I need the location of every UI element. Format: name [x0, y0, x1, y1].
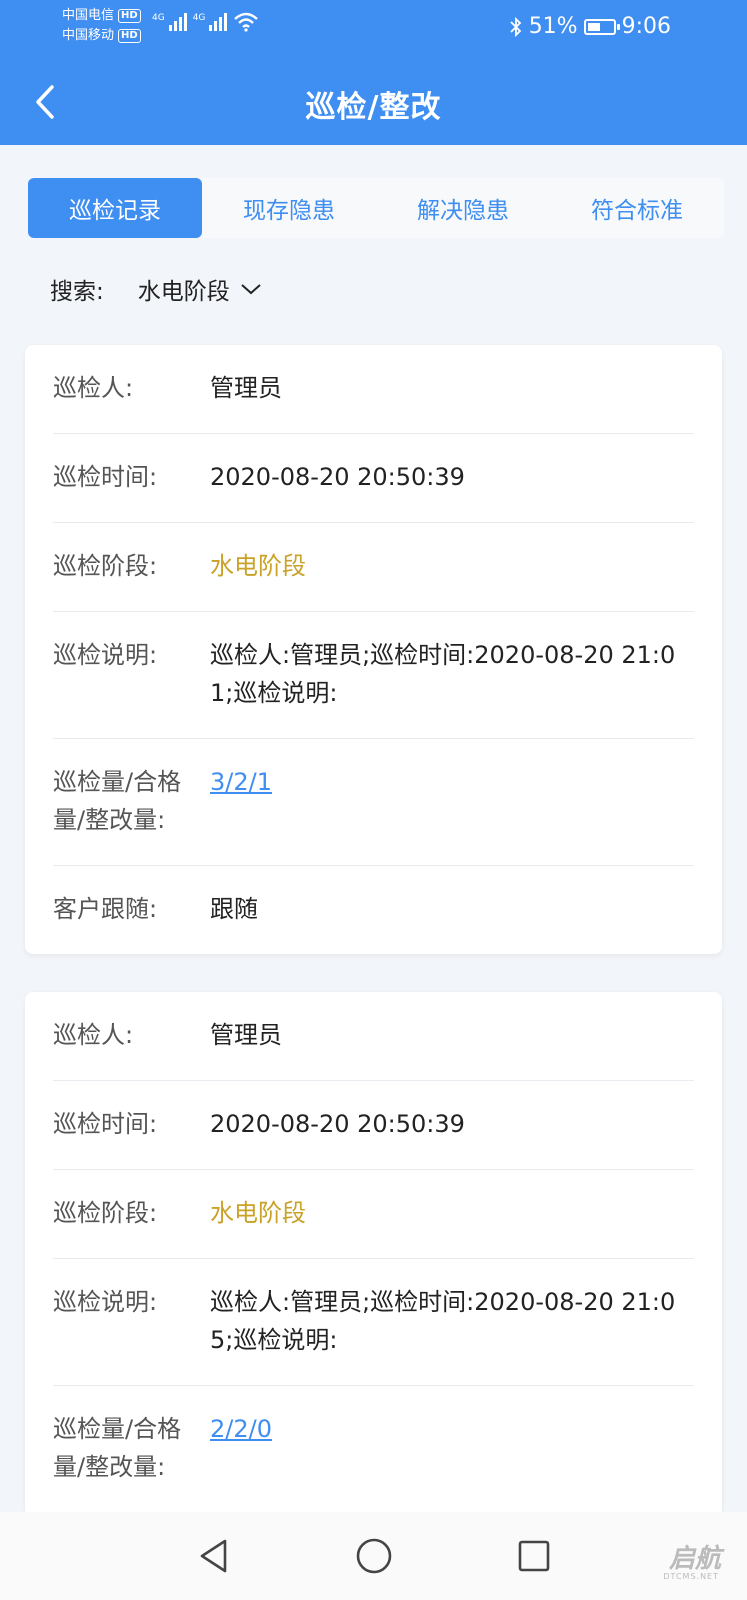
signal-icon: 4G — [193, 13, 228, 31]
time-row: 巡检时间: 2020-08-20 20:50:39 — [53, 1081, 694, 1170]
inspector-row: 巡检人: 管理员 — [53, 345, 694, 434]
counts-row: 巡检量/合格量/整改量: 3/2/1 — [53, 739, 694, 866]
counts-row: 巡检量/合格量/整改量: 2/2/0 — [53, 1386, 694, 1512]
note-label: 巡检说明: — [53, 1288, 158, 1316]
inspector-label: 巡检人: — [53, 374, 134, 402]
follow-row: 客户跟随: 跟随 — [53, 866, 694, 954]
battery-level — [587, 22, 600, 31]
follow-label: 客户跟随: — [53, 895, 158, 923]
network-type: 4G — [192, 13, 206, 23]
battery-percent: 51% — [528, 14, 578, 39]
chevron-down-icon — [241, 284, 261, 295]
page-title: 巡检/整改 — [305, 90, 442, 125]
bluetooth-icon — [510, 16, 521, 37]
stage-row: 巡检阶段: 水电阶段 — [53, 1170, 694, 1259]
stage-value: 水电阶段 — [210, 1199, 306, 1227]
status-carriers: 中国电信 HD 中国移动 HD — [62, 6, 141, 46]
hd-badge: HD — [118, 29, 141, 43]
tab-meets-standard[interactable]: 符合标准 — [550, 178, 724, 238]
status-right: 51% 9:06 — [509, 14, 671, 39]
battery-icon — [583, 18, 620, 35]
circle-home-icon — [356, 1538, 391, 1574]
note-value: 巡检人:管理员;巡检时间:2020-08-20 21:05;巡检说明: — [210, 1288, 676, 1354]
counts-label: 巡检量/合格量/整改量: — [53, 1415, 182, 1481]
inspector-label: 巡检人: — [53, 1021, 134, 1049]
time-label: 巡检时间: — [53, 1110, 158, 1138]
stage-select[interactable]: 水电阶段 — [138, 272, 262, 306]
stage-label: 巡检阶段: — [53, 552, 158, 580]
nav-recents-button[interactable] — [514, 1536, 554, 1576]
stage-value: 水电阶段 — [210, 552, 306, 580]
inspector-value: 管理员 — [210, 374, 282, 402]
tab-existing-hazards[interactable]: 现存隐患 — [202, 178, 376, 238]
note-value: 巡检人:管理员;巡检时间:2020-08-20 21:01;巡检说明: — [210, 641, 676, 707]
time-row: 巡检时间: 2020-08-20 20:50:39 — [53, 434, 694, 523]
note-row: 巡检说明: 巡检人:管理员;巡检时间:2020-08-20 21:05;巡检说明… — [53, 1259, 694, 1386]
clock: 9:06 — [621, 14, 671, 39]
wifi-icon — [234, 12, 259, 32]
inspector-value: 管理员 — [210, 1021, 282, 1049]
nav-back-button[interactable] — [194, 1536, 234, 1576]
stage-row: 巡检阶段: 水电阶段 — [53, 523, 694, 612]
inspector-row: 巡检人: 管理员 — [53, 992, 694, 1081]
network-type: 4G — [152, 13, 165, 23]
watermark-text: 启航 — [668, 1544, 721, 1574]
carrier-2: 中国移动 — [62, 28, 115, 43]
time-value: 2020-08-20 20:50:39 — [210, 463, 465, 491]
signal-icon: 4G — [152, 13, 187, 31]
note-row: 巡检说明: 巡检人:管理员;巡检时间:2020-08-20 21:01;巡检说明… — [53, 612, 694, 739]
counts-link[interactable]: 3/2/1 — [210, 763, 694, 839]
triangle-back-icon — [200, 1539, 226, 1573]
counts-label: 巡检量/合格量/整改量: — [53, 768, 182, 834]
stage-select-value: 水电阶段 — [137, 279, 230, 305]
nav-home-button[interactable] — [354, 1536, 394, 1576]
square-recents-icon — [518, 1540, 549, 1572]
tab-resolved-hazards[interactable]: 解决隐患 — [376, 178, 550, 238]
app-header: 中国电信 HD 中国移动 HD 4G 4G 51% 9:06 巡检/整改 — [0, 0, 747, 145]
system-nav-bar — [0, 1512, 747, 1600]
hd-badge: HD — [118, 9, 141, 23]
search-label: 搜索: — [50, 279, 104, 305]
watermark-subtext: DTCMS.NET — [663, 1572, 719, 1581]
tab-bar: 巡检记录 现存隐患 解决隐患 符合标准 — [28, 178, 724, 238]
inspection-record-card[interactable]: 巡检人: 管理员 巡检时间: 2020-08-20 20:50:39 巡检阶段:… — [25, 992, 722, 1512]
counts-link[interactable]: 2/2/0 — [210, 1410, 694, 1486]
follow-value: 跟随 — [210, 895, 258, 923]
carrier-1: 中国电信 — [62, 8, 115, 23]
stage-label: 巡检阶段: — [53, 1199, 158, 1227]
time-label: 巡检时间: — [53, 463, 158, 491]
time-value: 2020-08-20 20:50:39 — [210, 1110, 465, 1138]
watermark-logo: 启航 — [669, 1538, 721, 1575]
inspection-record-card[interactable]: 巡检人: 管理员 巡检时间: 2020-08-20 20:50:39 巡检阶段:… — [25, 345, 722, 954]
tab-inspection-records[interactable]: 巡检记录 — [28, 178, 202, 238]
signal-indicators: 4G 4G — [152, 12, 259, 32]
search-bar: 搜索: 水电阶段 — [50, 272, 262, 306]
note-label: 巡检说明: — [53, 641, 158, 669]
